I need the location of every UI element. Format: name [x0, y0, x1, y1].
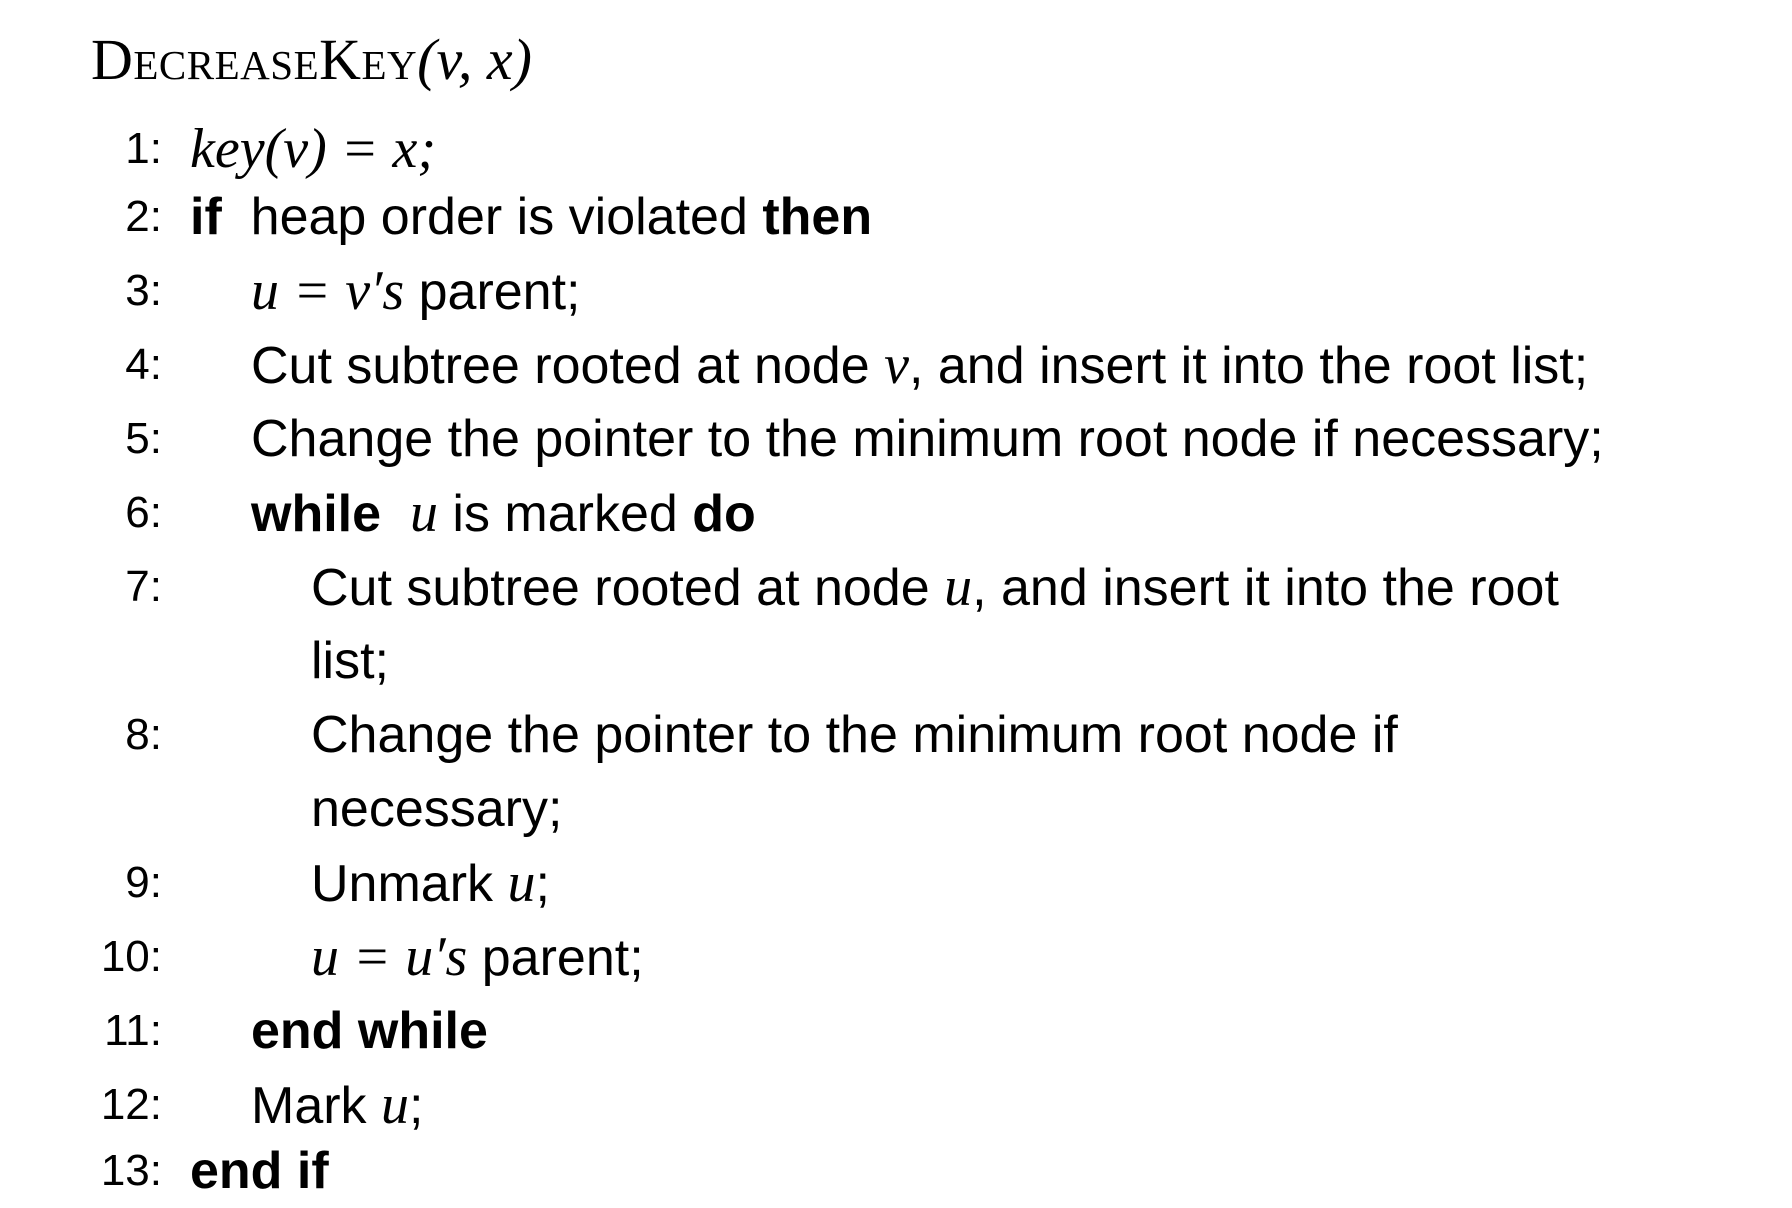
line-number: 4: [125, 340, 162, 389]
code-line-12: 12: Mark u; [0, 1068, 1792, 1142]
statement-text-wrap: list; [311, 632, 389, 690]
keyword-if: if [190, 188, 222, 246]
code-line-8-wrap: necessary; [0, 772, 1792, 846]
code-line-1: 1: key(v) = x; [0, 112, 1792, 186]
keyword-end-if: end if [190, 1142, 329, 1200]
math-parent-ref: u′s [405, 926, 468, 988]
algorithm-title: DecreaseKey(v, x) [91, 24, 532, 96]
statement-text: parent; [418, 263, 581, 321]
keyword-then: then [762, 188, 873, 246]
math-parent-ref: v′s [345, 260, 405, 322]
statement-text: Cut subtree rooted at node [311, 559, 930, 617]
math-variable: u [507, 852, 536, 914]
statement-text-cont: , and insert it into the root [972, 559, 1559, 617]
math-lhs: u = [311, 926, 391, 988]
code-line-7-wrap: list; [0, 624, 1792, 698]
code-line-2: 2: if heap order is violated then [0, 180, 1792, 254]
code-line-13: 13: end if [0, 1134, 1792, 1208]
statement-punct: ; [409, 1077, 424, 1135]
code-line-9: 9: Unmark u; [0, 846, 1792, 920]
line-number: 11: [104, 1006, 162, 1055]
procedure-name: DecreaseKey [91, 27, 418, 92]
keyword-end-while: end while [251, 1002, 488, 1060]
statement-text-cont: , and insert it into the root list; [908, 337, 1589, 395]
statement-text: parent; [481, 929, 644, 987]
statement-punct: ; [535, 855, 550, 913]
procedure-args: (v, x) [417, 27, 532, 92]
statement-text-wrap: necessary; [311, 780, 563, 838]
line-number: 10: [100, 932, 162, 981]
math-variable: u [381, 1074, 410, 1136]
line-number: 12: [100, 1080, 162, 1129]
line-number: 6: [125, 488, 162, 537]
code-line-11: 11: end while [0, 994, 1792, 1068]
math-lhs: u = [251, 260, 331, 322]
pseudocode-block: DecreaseKey(v, x) 1: key(v) = x; 2: if h… [0, 0, 1792, 1208]
condition-text: heap order is violated [250, 188, 748, 246]
code-line-8: 8: Change the pointer to the minimum roo… [0, 698, 1792, 772]
statement-text: Mark [251, 1077, 367, 1135]
code-line-3: 3: u = v′s parent; [0, 254, 1792, 328]
statement-text: Cut subtree rooted at node [251, 337, 870, 395]
line-number: 13: [100, 1146, 162, 1195]
line-number: 5: [125, 414, 162, 463]
code-line-4: 4: Cut subtree rooted at node v, and ins… [0, 328, 1792, 402]
code-line-7: 7: Cut subtree rooted at node u, and ins… [0, 550, 1792, 624]
statement-text: Change the pointer to the minimum root n… [311, 706, 1398, 764]
keyword-while: while [251, 485, 382, 543]
math-variable: u [409, 482, 438, 544]
line-number: 1: [125, 124, 162, 173]
line-number: 3: [125, 266, 162, 315]
keyword-do: do [692, 485, 756, 543]
math-variable: v [884, 334, 909, 396]
math-variable: u [944, 556, 973, 618]
code-line-6: 6: while u is marked do [0, 476, 1792, 550]
line-number: 9: [125, 858, 162, 907]
condition-text: is marked [452, 485, 678, 543]
line-number: 7: [125, 562, 162, 611]
assignment-expression: key(v) = x; [190, 118, 437, 180]
code-line-10: 10: u = u′s parent; [0, 920, 1792, 994]
statement-text: Change the pointer to the minimum root n… [251, 410, 1604, 468]
line-number: 8: [125, 710, 162, 759]
statement-text: Unmark [311, 855, 494, 913]
code-line-5: 5: Change the pointer to the minimum roo… [0, 402, 1792, 476]
line-number: 2: [125, 192, 162, 241]
